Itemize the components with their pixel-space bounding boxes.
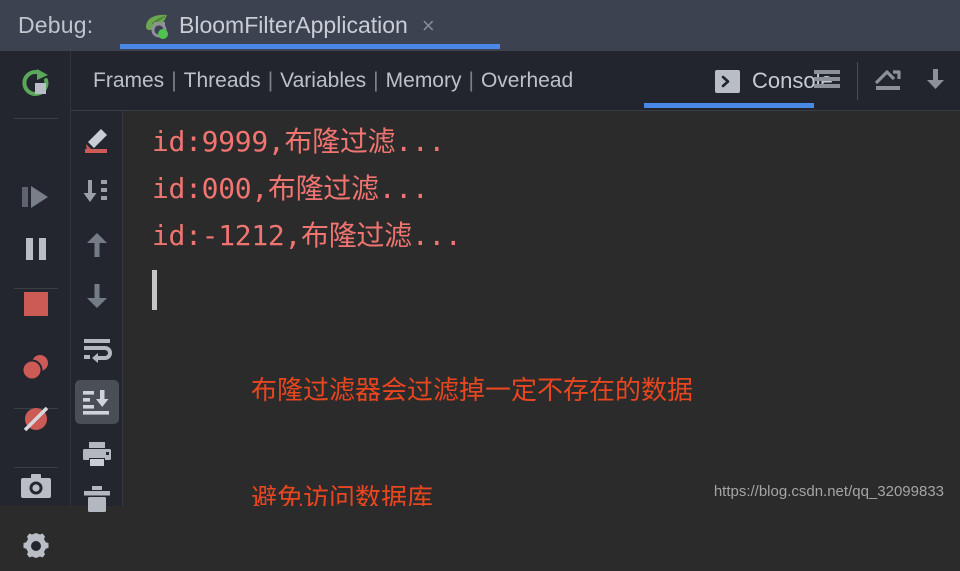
breakpoints-icon <box>20 352 52 387</box>
mute-breakpoints-button[interactable] <box>10 398 62 444</box>
settings-button[interactable] <box>10 525 62 571</box>
highlighter-icon[interactable] <box>75 118 119 162</box>
console-line: id:000,布隆过滤... <box>152 172 429 205</box>
console-log-lines: id:9999,布隆过滤... id:000,布隆过滤... id:-1212,… <box>152 118 462 259</box>
annotation-line-2: 避免访问数据库 <box>251 484 434 506</box>
debug-tabstrip: Frames | Threads | Variables | Memory | … <box>71 51 960 111</box>
pause-program-button[interactable] <box>10 228 62 274</box>
console-line: id:9999,布隆过滤... <box>152 125 445 158</box>
debug-titlebar: Debug: BloomFilterApplication × <box>0 0 960 51</box>
stop-button[interactable] <box>10 283 62 329</box>
console-prompt-icon <box>715 69 740 93</box>
settings-snapshot-button[interactable] <box>10 466 62 512</box>
debug-tool-window: Debug: BloomFilterApplication × Frames |… <box>0 0 960 558</box>
annotation-text: 布隆过滤器会过滤掉一定不存在的数据 避免访问数据库 <box>251 301 693 506</box>
console-tab-active-underline <box>644 103 814 108</box>
annotation-line-1: 布隆过滤器会过滤掉一定不存在的数据 <box>251 376 694 406</box>
spring-boot-leaf-icon <box>142 11 172 41</box>
mute-breakpoints-icon <box>20 404 52 439</box>
console-output[interactable]: id:9999,布隆过滤... id:000,布隆过滤... id:-1212,… <box>123 111 960 506</box>
tab-frames[interactable]: Frames <box>93 69 164 93</box>
toolbar-divider <box>857 62 858 100</box>
resume-program-button[interactable] <box>10 176 62 222</box>
resume-icon <box>20 183 52 216</box>
up-arrow-icon[interactable] <box>75 223 119 267</box>
debug-actions-toolbar <box>0 51 71 558</box>
layout-lines-icon[interactable] <box>803 57 851 105</box>
view-breakpoints-button[interactable] <box>10 346 62 392</box>
trash-icon[interactable] <box>75 478 119 522</box>
debug-tab-group: Frames | Threads | Variables | Memory | … <box>93 51 573 111</box>
down-arrow-icon[interactable] <box>75 274 119 318</box>
text-caret <box>152 270 157 310</box>
scroll-to-end-icon[interactable] <box>75 380 119 424</box>
soft-wrap-icon[interactable] <box>75 328 119 372</box>
watermark: https://blog.csdn.net/qq_32099833 <box>713 483 944 500</box>
tab-overhead[interactable]: Overhead <box>481 69 573 93</box>
console-right-tools <box>803 51 960 111</box>
tab-memory[interactable]: Memory <box>386 69 462 93</box>
run-tab-active-underline <box>120 44 500 49</box>
console-actions-toolbar <box>71 111 123 512</box>
print-icon[interactable] <box>75 433 119 477</box>
soft-wrap-icon[interactable] <box>864 57 912 105</box>
stop-square-icon <box>23 291 49 322</box>
run-configuration-name: BloomFilterApplication <box>179 12 408 38</box>
debug-title-group: Debug: <box>18 0 93 51</box>
tab-separator: | <box>171 69 177 92</box>
tab-separator: | <box>468 69 474 92</box>
tab-variables[interactable]: Variables <box>280 69 366 93</box>
toolbar-divider <box>14 118 58 119</box>
console-line: id:-1212,布隆过滤... <box>152 219 462 252</box>
debug-label: Debug: <box>18 12 94 38</box>
rerun-button[interactable] <box>10 63 62 109</box>
pause-icon <box>22 235 50 268</box>
tab-threads[interactable]: Threads <box>184 69 261 93</box>
tab-separator: | <box>267 69 274 92</box>
tab-separator: | <box>373 69 379 92</box>
close-icon[interactable]: × <box>422 14 435 37</box>
sort-down-icon[interactable] <box>75 170 119 214</box>
scroll-to-end-icon[interactable] <box>912 57 960 105</box>
gear-icon <box>21 531 51 566</box>
camera-icon <box>20 473 52 505</box>
rerun-icon <box>19 67 53 106</box>
